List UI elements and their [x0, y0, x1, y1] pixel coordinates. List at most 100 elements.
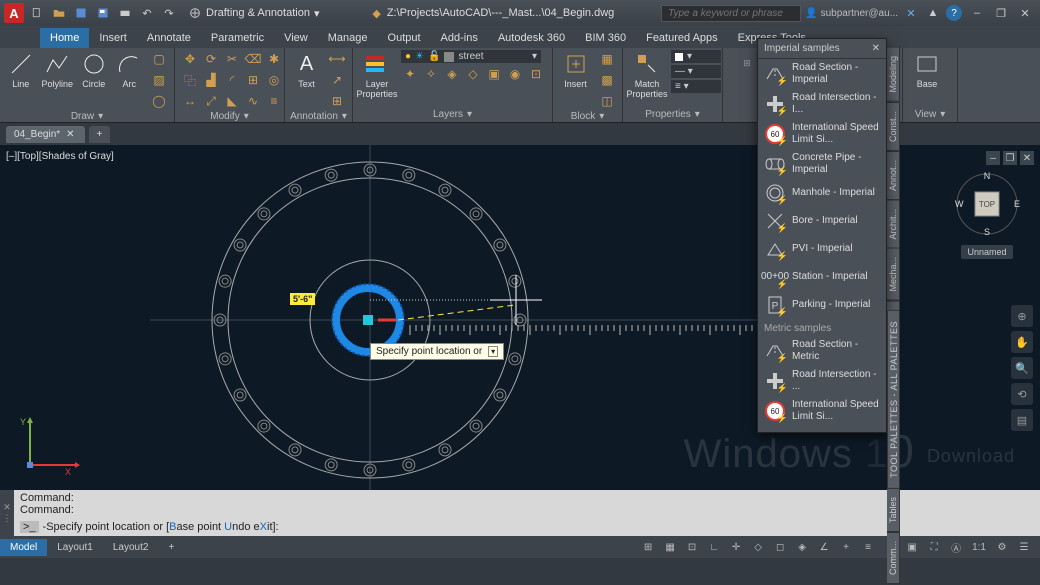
tab-insert[interactable]: Insert — [89, 28, 137, 48]
array-icon[interactable]: ⊞ — [244, 71, 262, 89]
viewcube[interactable]: N S E W TOP Unnamed — [952, 169, 1022, 239]
pan-icon[interactable]: ✋ — [1011, 331, 1033, 353]
tab-featured apps[interactable]: Featured Apps — [636, 28, 728, 48]
sb-dyn-icon[interactable]: + — [836, 538, 856, 556]
palette-item[interactable]: 60⚡International Speed Limit Si... — [758, 396, 886, 426]
stretch-icon[interactable]: ↔ — [181, 92, 199, 110]
blend-icon[interactable]: ∿ — [244, 92, 262, 110]
tab-bim 360[interactable]: BIM 360 — [575, 28, 636, 48]
palette-item[interactable]: ⚡Concrete Pipe - Imperial — [758, 149, 886, 179]
lw-dd[interactable]: ≡ ▾ — [671, 80, 721, 93]
sb-3dos-icon[interactable]: ◈ — [792, 538, 812, 556]
erase-icon[interactable]: ⌫ — [244, 50, 262, 68]
close-icon[interactable]: ✕ — [66, 129, 74, 140]
b2-icon[interactable]: ▩ — [598, 71, 616, 89]
orbit-icon[interactable]: ⟲ — [1011, 383, 1033, 405]
color-dd[interactable]: ▾ — [671, 50, 721, 63]
polyline-button[interactable]: Polyline — [41, 50, 73, 90]
base-button[interactable]: Base — [909, 50, 945, 90]
text-button[interactable]: AText — [291, 50, 322, 90]
cmd-close-icon[interactable]: ✕ — [3, 502, 11, 513]
file-tab[interactable]: 04_Begin*✕ — [6, 126, 85, 143]
align-icon[interactable]: ≡ — [265, 92, 283, 110]
tab-output[interactable]: Output — [378, 28, 431, 48]
tab-annotate[interactable]: Annotate — [137, 28, 201, 48]
sb-gear-icon[interactable]: ⚙ — [992, 538, 1012, 556]
tool-palette[interactable]: Imperial samples✕ ⚡Road Section - Imperi… — [757, 38, 887, 433]
sb-scale-label[interactable]: 1:1 — [968, 538, 990, 556]
workspace-dropdown[interactable]: Drafting & Annotation ▾ — [182, 4, 326, 22]
qat-plot-icon[interactable] — [116, 4, 134, 22]
sb-anno-icon[interactable]: Ⓐ — [946, 538, 966, 556]
qat-undo-icon[interactable]: ↶ — [138, 4, 156, 22]
minimize-button[interactable]: – — [966, 4, 988, 22]
insert-button[interactable]: Insert — [559, 50, 592, 90]
side-tab[interactable]: Tables — [887, 488, 900, 532]
status-tab-add[interactable]: + — [158, 539, 184, 556]
dim-icon[interactable]: ⟷ — [328, 50, 346, 68]
tab-manage[interactable]: Manage — [318, 28, 378, 48]
palette-item[interactable]: ⚡Road Intersection - ... — [758, 366, 886, 396]
offset-icon[interactable]: ◎ — [265, 71, 283, 89]
qat-open-icon[interactable] — [50, 4, 68, 22]
table-icon[interactable]: ⊞ — [328, 92, 346, 110]
sb-iso-icon[interactable]: ◇ — [748, 538, 768, 556]
b3-icon[interactable]: ◫ — [598, 92, 616, 110]
view-unnamed[interactable]: Unnamed — [961, 245, 1012, 259]
b1-icon[interactable]: ▦ — [598, 50, 616, 68]
l1-icon[interactable]: ✦ — [401, 65, 419, 83]
fullnav-icon[interactable]: ⊕ — [1011, 305, 1033, 327]
sb-lw-icon[interactable]: ≡ — [858, 538, 878, 556]
new-tab-button[interactable]: + — [89, 126, 111, 143]
maximize-button[interactable]: ❐ — [990, 4, 1012, 22]
palette-item[interactable]: ⚡Road Intersection - I... — [758, 89, 886, 119]
rect-icon[interactable]: ▢ — [150, 50, 168, 68]
status-tab-model[interactable]: Model — [0, 539, 47, 556]
side-tab[interactable]: Comm... — [887, 532, 900, 584]
qat-new-icon[interactable] — [28, 4, 46, 22]
sb-model-icon[interactable]: ⊞ — [638, 538, 658, 556]
showmotion-icon[interactable]: ▤ — [1011, 409, 1033, 431]
user-menu[interactable]: 👤 subpartner@au... — [805, 8, 898, 19]
search-input[interactable] — [661, 5, 801, 22]
line-button[interactable]: Line — [6, 50, 35, 90]
l4-icon[interactable]: ◇ — [464, 65, 482, 83]
chamfer-icon[interactable]: ◣ — [223, 92, 241, 110]
l3-icon[interactable]: ◈ — [443, 65, 461, 83]
tab-home[interactable]: Home — [40, 28, 89, 48]
tab-add-ins[interactable]: Add-ins — [431, 28, 488, 48]
sb-osnap-icon[interactable]: ◻ — [770, 538, 790, 556]
match-prop-button[interactable]: Match Properties — [629, 50, 665, 100]
palette-item[interactable]: ⚡Road Section - Imperial — [758, 59, 886, 89]
palette-item[interactable]: ⚡Bore - Imperial — [758, 207, 886, 235]
sb-cust-icon[interactable]: ☰ — [1014, 538, 1034, 556]
hatch-icon[interactable]: ▨ — [150, 71, 168, 89]
status-tab-layout2[interactable]: Layout2 — [103, 539, 159, 556]
rotate-icon[interactable]: ⟳ — [202, 50, 220, 68]
palette-item[interactable]: 00+00⚡Station - Imperial — [758, 263, 886, 291]
side-tab[interactable]: Const... — [887, 102, 900, 151]
vp-max-icon[interactable]: ❐ — [1003, 151, 1017, 165]
l7-icon[interactable]: ⊡ — [527, 65, 545, 83]
palette-item[interactable]: 60⚡International Speed Limit Si... — [758, 119, 886, 149]
layer-properties-button[interactable]: Layer Properties — [359, 50, 395, 100]
vp-close-icon[interactable]: ✕ — [1020, 151, 1034, 165]
trim-icon[interactable]: ✂ — [223, 50, 241, 68]
copy-icon[interactable]: ⿻ — [181, 71, 199, 89]
tab-autodesk 360[interactable]: Autodesk 360 — [488, 28, 575, 48]
l6-icon[interactable]: ◉ — [506, 65, 524, 83]
sb-snap-icon[interactable]: ⊡ — [682, 538, 702, 556]
mirror-icon[interactable]: ▟ — [202, 71, 220, 89]
zoom-icon[interactable]: 🔍 — [1011, 357, 1033, 379]
l5-icon[interactable]: ▣ — [485, 65, 503, 83]
side-tab[interactable]: Mecha... — [887, 248, 900, 301]
fillet-icon[interactable]: ◜ — [223, 71, 241, 89]
tab-parametric[interactable]: Parametric — [201, 28, 274, 48]
leader-icon[interactable]: ↗ — [328, 71, 346, 89]
tab-view[interactable]: View — [274, 28, 318, 48]
status-tab-layout1[interactable]: Layout1 — [47, 539, 103, 556]
vp-min-icon[interactable]: – — [986, 151, 1000, 165]
sb-grid-icon[interactable]: ▦ — [660, 538, 680, 556]
arc-button[interactable]: Arc — [115, 50, 144, 90]
sb-polar-icon[interactable]: ✛ — [726, 538, 746, 556]
